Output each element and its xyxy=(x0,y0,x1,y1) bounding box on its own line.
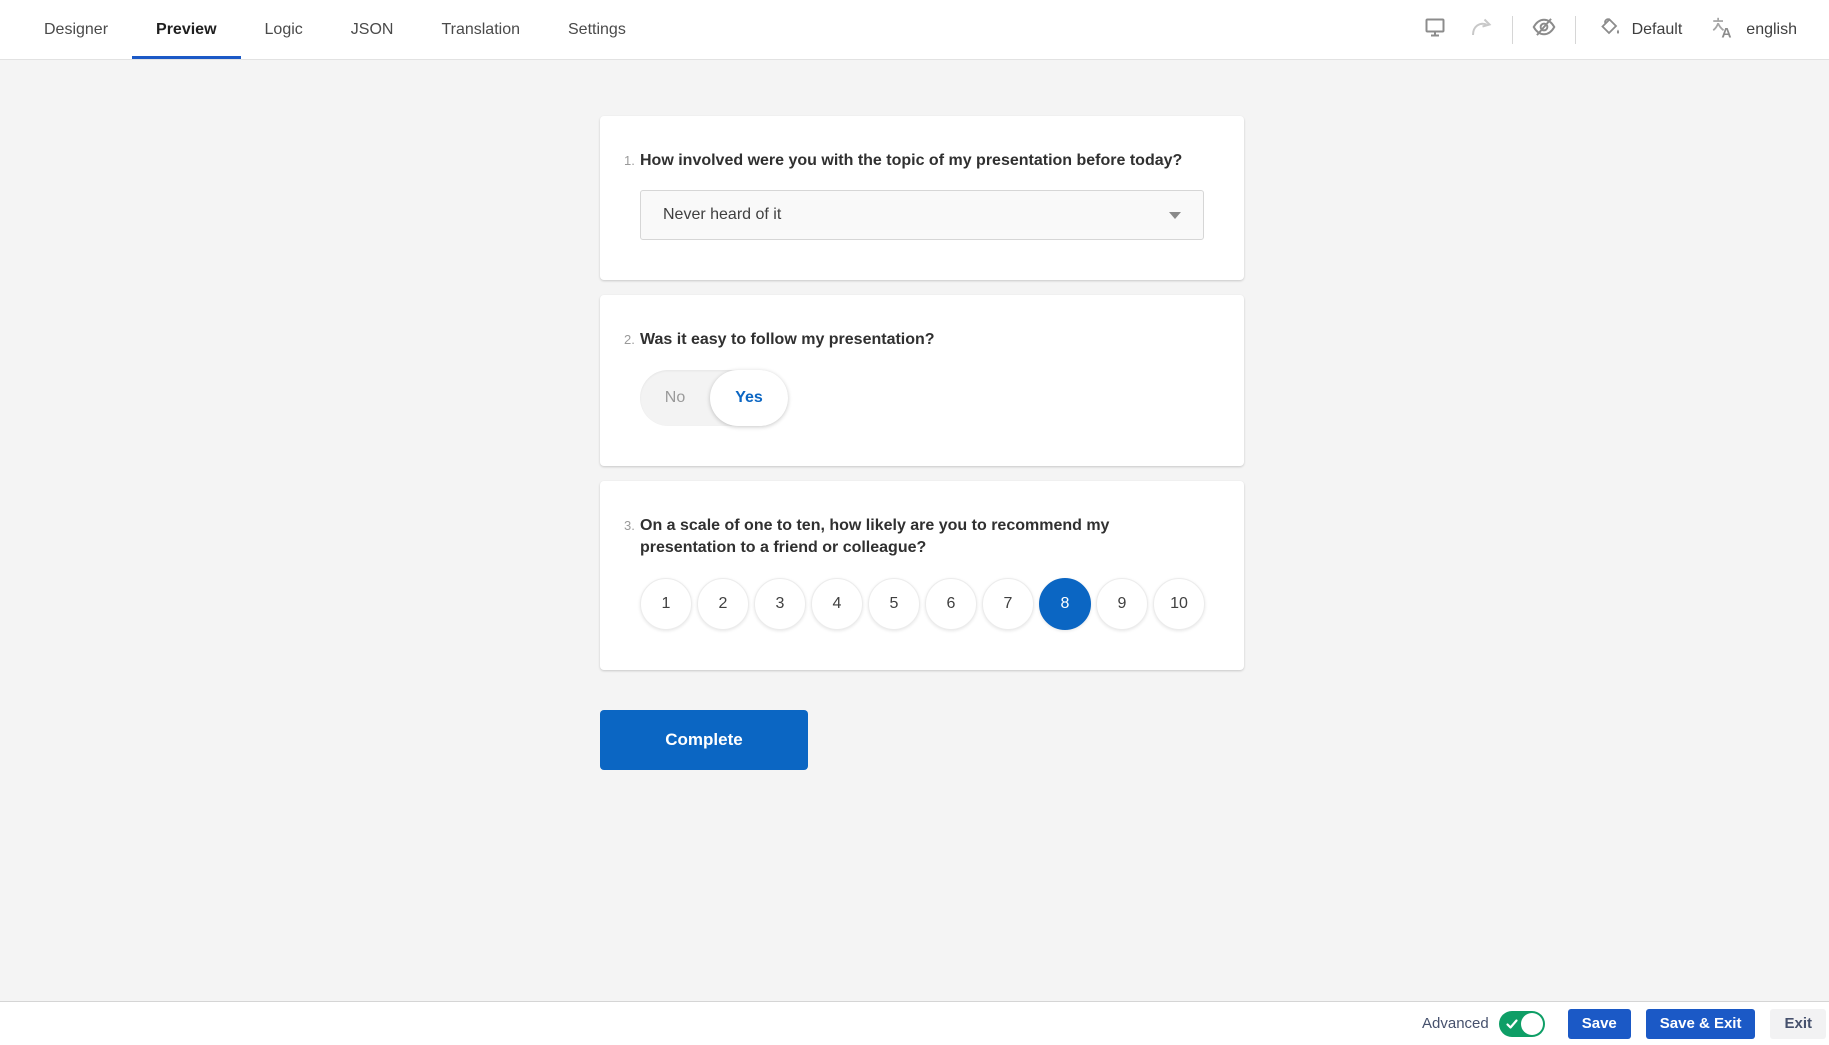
question-3-title: On a scale of one to ten, how likely are… xyxy=(640,515,1204,560)
theme-label: Default xyxy=(1632,21,1683,39)
tab-json[interactable]: JSON xyxy=(327,0,418,59)
svg-text:A: A xyxy=(1722,24,1732,40)
device-preview-icon xyxy=(1423,15,1447,44)
rating-scale: 1 2 3 4 5 6 7 8 9 10 xyxy=(640,578,1204,630)
boolean-toggle[interactable]: No Yes xyxy=(640,370,788,426)
rating-item-10[interactable]: 10 xyxy=(1153,578,1205,630)
tab-translation-label: Translation xyxy=(441,21,520,39)
question-1-dropdown[interactable]: Never heard of it xyxy=(640,190,1204,240)
question-1-title: How involved were you with the topic of … xyxy=(640,150,1182,172)
question-3-number: 3. xyxy=(624,515,640,560)
tab-preview[interactable]: Preview xyxy=(132,0,240,59)
redo-icon xyxy=(1469,15,1493,44)
tab-settings[interactable]: Settings xyxy=(544,0,650,59)
complete-button[interactable]: Complete xyxy=(600,710,808,770)
question-3-header: 3. On a scale of one to ten, how likely … xyxy=(640,515,1204,560)
toggle-knob xyxy=(1521,1013,1543,1035)
question-1-header: 1. How involved were you with the topic … xyxy=(640,150,1204,172)
check-icon xyxy=(1505,1017,1519,1031)
rating-item-9[interactable]: 9 xyxy=(1096,578,1148,630)
theme-selector[interactable]: Default xyxy=(1584,7,1697,53)
question-card-3: 3. On a scale of one to ten, how likely … xyxy=(600,481,1244,670)
save-button[interactable]: Save xyxy=(1568,1009,1631,1039)
tab-translation[interactable]: Translation xyxy=(417,0,544,59)
rating-item-4[interactable]: 4 xyxy=(811,578,863,630)
tab-logic-label: Logic xyxy=(265,21,303,39)
device-preview-button[interactable] xyxy=(1412,7,1458,53)
invisible-icon xyxy=(1531,14,1557,45)
question-2-number: 2. xyxy=(624,329,640,351)
question-2-header: 2. Was it easy to follow my presentation… xyxy=(640,329,1204,351)
question-2-title: Was it easy to follow my presentation? xyxy=(640,329,935,351)
tab-designer[interactable]: Designer xyxy=(20,0,132,59)
creator-tab-bar: Designer Preview Logic JSON Translation … xyxy=(20,0,650,59)
advanced-label: Advanced xyxy=(1422,1015,1489,1032)
creator-header-actions: Default A english xyxy=(1412,0,1811,59)
advanced-toggle-group: Advanced xyxy=(1422,1011,1545,1037)
rating-item-6[interactable]: 6 xyxy=(925,578,977,630)
tab-designer-label: Designer xyxy=(44,21,108,39)
save-and-exit-button[interactable]: Save & Exit xyxy=(1646,1009,1756,1039)
survey-page: 1. How involved were you with the topic … xyxy=(600,60,1244,770)
theme-icon xyxy=(1598,15,1622,44)
language-selector[interactable]: A english xyxy=(1696,7,1811,53)
advanced-toggle[interactable] xyxy=(1499,1011,1545,1037)
creator-footer: Advanced Save Save & Exit Exit xyxy=(0,1001,1829,1045)
question-card-2: 2. Was it easy to follow my presentation… xyxy=(600,295,1244,465)
header-divider xyxy=(1512,16,1513,44)
header-divider xyxy=(1575,16,1576,44)
rating-item-5[interactable]: 5 xyxy=(868,578,920,630)
rating-item-8-selected[interactable]: 8 xyxy=(1039,578,1091,630)
tab-logic[interactable]: Logic xyxy=(241,0,327,59)
question-card-1: 1. How involved were you with the topic … xyxy=(600,116,1244,280)
rating-item-2[interactable]: 2 xyxy=(697,578,749,630)
creator-header: Designer Preview Logic JSON Translation … xyxy=(0,0,1829,60)
question-1-number: 1. xyxy=(624,150,640,172)
exit-button[interactable]: Exit xyxy=(1770,1009,1826,1039)
language-label: english xyxy=(1746,21,1797,39)
dropdown-selected-value: Never heard of it xyxy=(663,206,781,224)
rating-item-1[interactable]: 1 xyxy=(640,578,692,630)
chevron-down-icon xyxy=(1169,212,1181,219)
survey-preview-area: 1. How involved were you with the topic … xyxy=(0,60,1829,1001)
rating-item-7[interactable]: 7 xyxy=(982,578,1034,630)
tab-json-label: JSON xyxy=(351,21,394,39)
boolean-option-yes[interactable]: Yes xyxy=(710,370,788,426)
hide-preview-button[interactable] xyxy=(1521,7,1567,53)
tab-preview-label: Preview xyxy=(156,21,216,39)
language-icon: A xyxy=(1710,14,1736,45)
tab-settings-label: Settings xyxy=(568,21,626,39)
redo-button[interactable] xyxy=(1458,7,1504,53)
rating-item-3[interactable]: 3 xyxy=(754,578,806,630)
boolean-option-no[interactable]: No xyxy=(640,389,710,407)
